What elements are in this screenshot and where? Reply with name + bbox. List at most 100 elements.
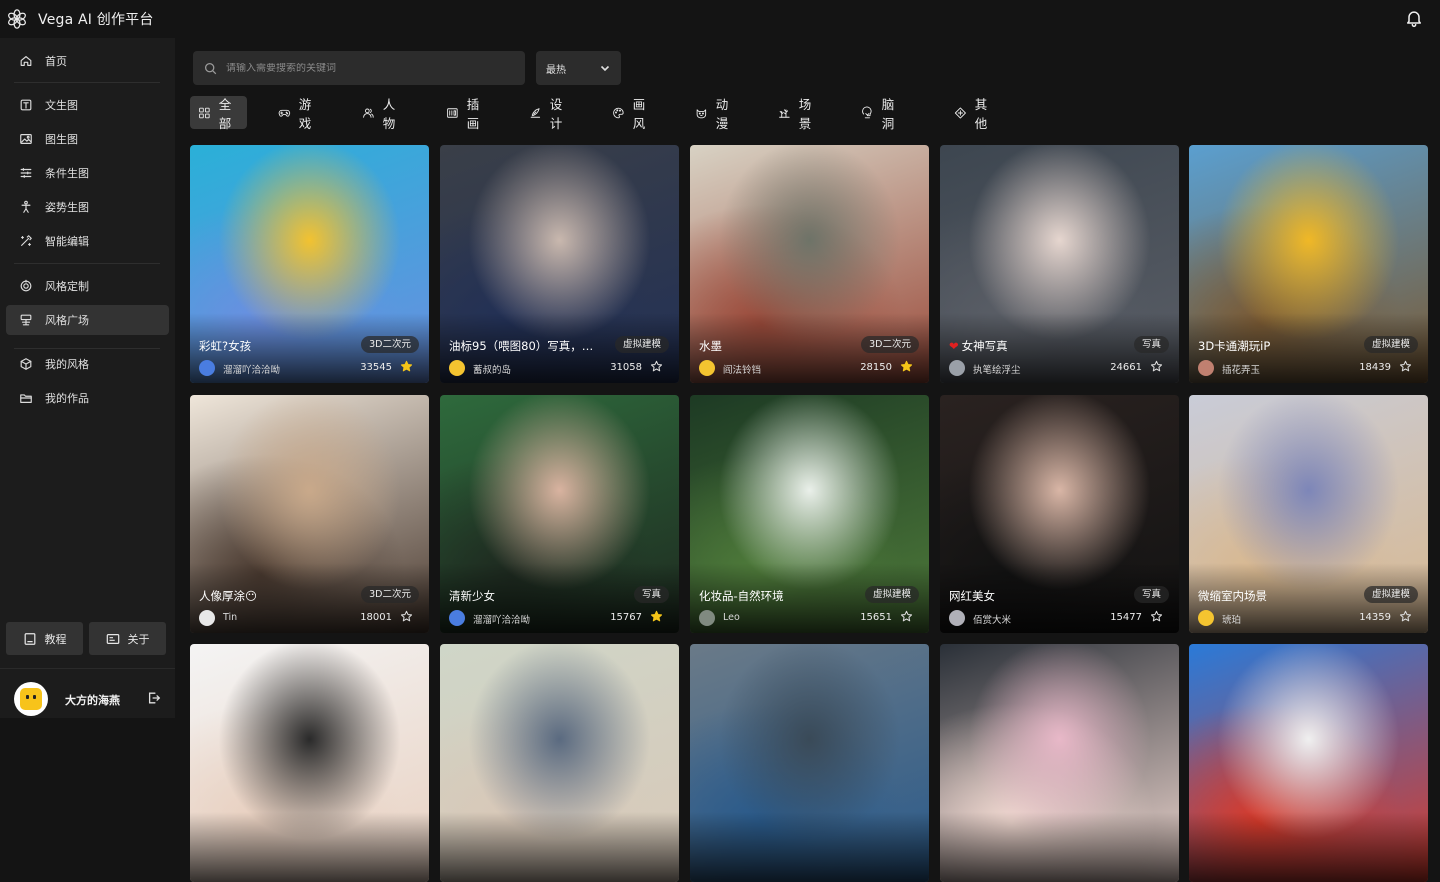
style-card[interactable]: ❤女神写真写真执笔绘浮尘24661 [940,145,1179,383]
like-count: 24661 [1110,362,1142,373]
star-icon[interactable] [900,360,913,373]
category-badge: 3D二次元 [361,336,419,353]
author-name[interactable]: 插花弄玉 [1222,362,1260,376]
sort-selected: 最热 [546,61,566,76]
sidebar-item-image[interactable]: 图生图 [6,124,169,154]
logo[interactable]: Vega AI 创作平台 [6,8,154,30]
author-name[interactable]: 琥珀 [1222,612,1241,626]
category-badge: 3D二次元 [861,336,919,353]
avatar[interactable] [14,682,48,716]
sidebar-item-home[interactable]: 首页 [6,46,169,76]
notification-bell-icon[interactable] [1404,8,1424,28]
sidebar-item-target[interactable]: 风格定制 [6,271,169,301]
style-card[interactable] [190,644,429,882]
sidebar-item-sliders[interactable]: 条件生图 [6,158,169,188]
like-count: 18439 [1359,362,1391,373]
author-avatar[interactable] [199,360,215,376]
style-card[interactable]: 人像厚涂😶3D二次元Tin18001 [190,395,429,633]
logout-icon[interactable] [147,691,161,705]
style-card[interactable]: 彩虹?女孩3D二次元溜溜吖洽洽呦33545 [190,145,429,383]
style-card[interactable]: 油标95（喂图80）写真，精修...虚拟建模蓄叔的岛31058 [440,145,679,383]
star-icon[interactable] [1399,610,1412,623]
author-avatar[interactable] [199,610,215,626]
author-name[interactable]: Leo [723,612,740,623]
sidebar-item-pose[interactable]: 姿势生图 [6,192,169,222]
star-icon[interactable] [1399,360,1412,373]
style-card[interactable]: 网红美女写真佰赏大米15477 [940,395,1179,633]
author-name[interactable]: 蓄叔的岛 [473,362,511,376]
sort-dropdown[interactable]: 最热 [536,51,621,85]
author-avatar[interactable] [699,610,715,626]
sidebar-item-label: 条件生图 [45,165,89,181]
style-card[interactable] [1189,644,1428,882]
star-icon[interactable] [900,610,913,623]
author-avatar[interactable] [699,360,715,376]
style-card[interactable]: 微缩室内场景虚拟建模琥珀14359 [1189,395,1428,633]
card-title: 清新少女 [449,588,495,604]
author-name[interactable]: 溜溜吖洽洽呦 [473,612,530,626]
style-card[interactable]: 清新少女写真溜溜吖洽洽呦15767 [440,395,679,633]
sidebar-item-label: 我的作品 [45,390,89,406]
sidebar-item-label: 姿势生图 [45,199,89,215]
author-avatar[interactable] [449,360,465,376]
illustration-icon [446,104,459,122]
sidebar-item-text[interactable]: 文生图 [6,90,169,120]
tab-design[interactable]: 设计 [521,96,578,129]
category-badge: 虚拟建模 [1364,586,1418,603]
style-card[interactable] [940,644,1179,882]
tab-illustration[interactable]: 插画 [438,96,495,129]
about-label: 关于 [128,631,150,647]
style-card[interactable] [690,644,929,882]
sidebar-item-magic[interactable]: 智能编辑 [6,226,169,256]
tab-other[interactable]: 其他 [946,96,1003,129]
star-icon[interactable] [650,360,663,373]
star-icon[interactable] [400,360,413,373]
star-icon[interactable] [1150,610,1163,623]
style-card[interactable]: 化妆品-自然环境虚拟建模Leo15651 [690,395,929,633]
star-icon[interactable] [1150,360,1163,373]
tab-palette[interactable]: 画风 [604,96,661,129]
tab-scene[interactable]: 场景 [770,96,827,129]
tab-anime[interactable]: 动漫 [687,96,744,129]
author-name[interactable]: 佰赏大米 [973,612,1011,626]
style-card[interactable]: 水墨3D二次元阎法铃铛28150 [690,145,929,383]
search-input[interactable] [226,63,506,74]
style-card[interactable] [440,644,679,882]
sidebar-item-cube[interactable]: 我的风格 [6,349,169,379]
sidebar-divider [14,82,160,83]
author-name[interactable]: 执笔绘浮尘 [973,362,1021,376]
author-avatar[interactable] [449,610,465,626]
star-icon[interactable] [400,610,413,623]
like-count: 33545 [360,362,392,373]
author-avatar[interactable] [1198,610,1214,626]
sidebar-item-folder[interactable]: 我的作品 [6,383,169,413]
author-name[interactable]: 阎法铃铛 [723,362,761,376]
card-shade [440,812,679,882]
tab-idea[interactable]: 脑洞 [853,96,910,129]
author-name[interactable]: Tin [223,612,237,623]
gamepad-icon [278,104,291,122]
tab-people[interactable]: 人物 [354,96,411,129]
star-icon[interactable] [650,610,663,623]
card-title-text: 化妆品-自然环境 [699,589,784,603]
tab-grid[interactable]: 全部 [190,96,247,129]
author-avatar[interactable] [949,610,965,626]
about-button[interactable]: 关于 [89,622,166,655]
author-avatar[interactable] [949,360,965,376]
design-icon [529,104,542,122]
sidebar-item-plaza[interactable]: 风格广场 [6,305,169,335]
author-avatar[interactable] [1198,360,1214,376]
home-icon [19,54,33,68]
tab-gamepad[interactable]: 游戏 [270,96,327,129]
heart-icon: ❤ [949,339,959,353]
card-title-text: 3D卡通潮玩iP [1198,339,1270,353]
sidebar-item-label: 图生图 [45,131,78,147]
tab-label: 游戏 [299,94,317,132]
text-icon [19,98,33,112]
tutorial-button[interactable]: 教程 [6,622,83,655]
folder-icon [19,391,33,405]
like-count: 18001 [360,612,392,623]
style-card[interactable]: 3D卡通潮玩iP虚拟建模插花弄玉18439 [1189,145,1428,383]
author-name[interactable]: 溜溜吖洽洽呦 [223,362,280,376]
category-badge: 写真 [1134,336,1169,353]
